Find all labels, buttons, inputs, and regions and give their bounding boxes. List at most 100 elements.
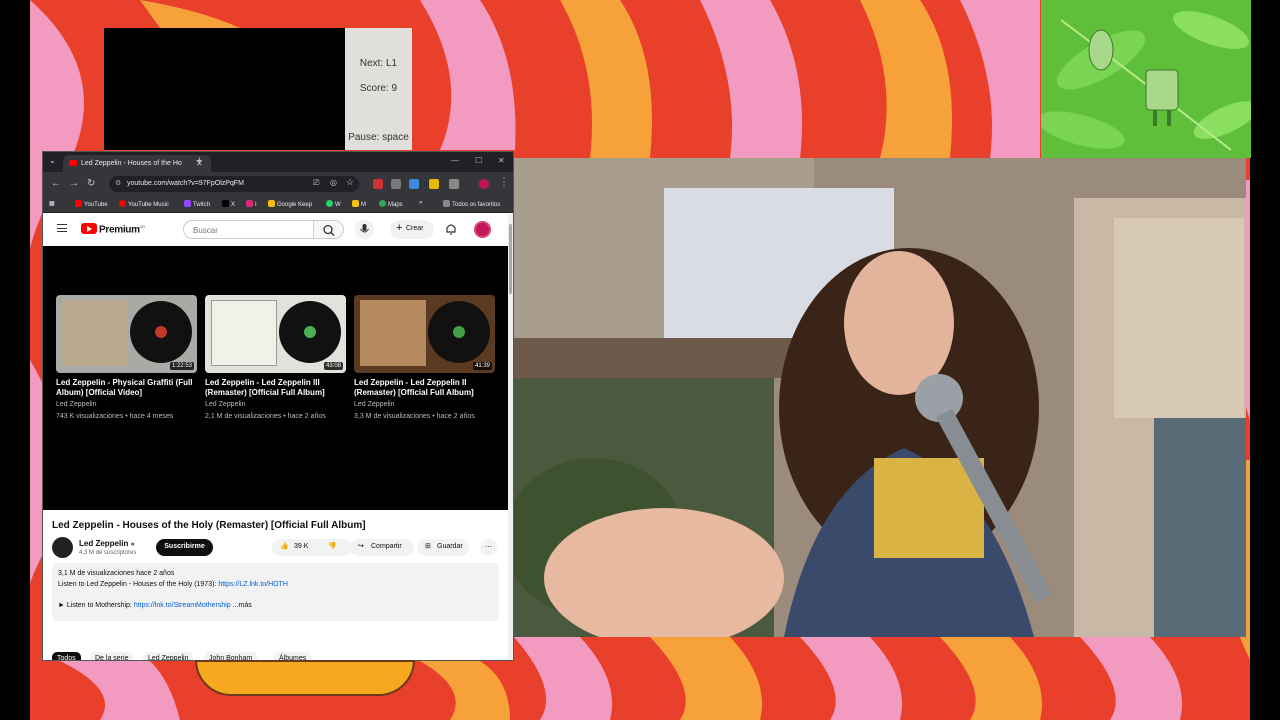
- chip-todos[interactable]: Todos: [52, 652, 81, 660]
- cast-icon[interactable]: ⎚: [313, 178, 319, 188]
- extension-3-icon[interactable]: [409, 179, 419, 189]
- video-player[interactable]: 1:22:53 Led Zeppelin - Physical Graffiti…: [43, 246, 508, 510]
- site-info-icon[interactable]: ⚙: [115, 179, 121, 187]
- end-card-title: Led Zeppelin - Led Zeppelin III (Remaste…: [205, 378, 325, 397]
- next-piece-label: Next: L1: [359, 58, 398, 69]
- end-card-video[interactable]: 41:39 Led Zeppelin - Led Zeppelin II (Re…: [354, 295, 495, 422]
- brand-region: AR: [139, 224, 145, 229]
- more-bookmarks-icon[interactable]: »: [419, 200, 422, 206]
- pause-hint: Pause: space: [348, 132, 409, 143]
- extension-4-icon[interactable]: [429, 179, 439, 189]
- like-icon[interactable]: 👍: [280, 542, 289, 550]
- right-black-border: [1250, 0, 1280, 720]
- bookmark-label: Maps: [388, 202, 403, 208]
- bookmark-maps[interactable]: Maps: [379, 200, 403, 208]
- minimize-icon[interactable]: —: [451, 156, 459, 165]
- left-black-border: [0, 0, 30, 720]
- youtube-favicon-icon: [69, 160, 77, 166]
- like-count[interactable]: 39 K: [294, 543, 308, 550]
- notifications-bell-icon[interactable]: [445, 223, 457, 236]
- search-icon: [323, 224, 335, 236]
- save-icon: ⊞: [425, 543, 431, 550]
- address-url: youtube.com/watch?v=97FpOlzPqFM: [127, 180, 244, 187]
- chip-led-zeppelin[interactable]: Led Zeppelin: [143, 652, 194, 660]
- chip-de-la-serie[interactable]: De la serie: [90, 652, 134, 660]
- share-label: Compartir: [371, 543, 402, 550]
- description-box[interactable]: 3,1 M de visualizaciones hace 2 años Lis…: [52, 563, 499, 621]
- album-cover-icon: [360, 300, 426, 366]
- apps-grid-icon[interactable]: ▦: [49, 200, 55, 207]
- like-dislike-group: 👍 39 K 👎: [272, 539, 352, 556]
- end-card-thumbnail: 43:08: [205, 295, 346, 373]
- new-tab-icon[interactable]: +: [196, 155, 202, 167]
- game-info-panel: Next: L1 Score: 9 Pause: space: [345, 28, 412, 150]
- bookmark-google-keep[interactable]: Google Keep: [268, 200, 312, 208]
- verified-check-icon: ●: [130, 541, 135, 548]
- extension-2-icon[interactable]: [391, 179, 401, 189]
- game-widget: Next: L1 Score: 9 Pause: space: [104, 28, 412, 150]
- spongebob-illustration-icon: [1041, 11, 1251, 151]
- bookmark-twitch[interactable]: Twitch: [184, 200, 210, 208]
- search-input[interactable]: Buscar: [183, 220, 314, 239]
- browser-window: ⌄ Led Zeppelin - Houses of the Ho ✕ + — …: [42, 151, 514, 661]
- bookmark-whatsapp[interactable]: W: [326, 200, 341, 208]
- maximize-icon[interactable]: ☐: [475, 156, 482, 165]
- tab-strip: ⌄ Led Zeppelin - Houses of the Ho ✕ + — …: [43, 152, 513, 172]
- bookmark-label: W: [335, 202, 341, 208]
- save-label: Guardar: [437, 543, 463, 550]
- save-button[interactable]: ⊞ Guardar: [417, 539, 469, 556]
- bookmark-youtube-music[interactable]: YouTube Music: [119, 200, 169, 208]
- bookmark-star-icon[interactable]: ☆: [346, 177, 354, 188]
- description-line: ► Listen to Mothership: https://lnk.to/S…: [58, 602, 252, 609]
- bookmark-label: Google Keep: [277, 202, 313, 208]
- youtube-brand[interactable]: PremiumAR: [99, 224, 145, 235]
- description-link[interactable]: https://LZ.lnk.to/HOTH: [218, 581, 288, 588]
- share-button[interactable]: ↪ Compartir: [350, 539, 414, 556]
- bookmark-label: Todos os favoritos: [452, 202, 501, 208]
- address-bar[interactable]: ⚙ youtube.com/watch?v=97FpOlzPqFM: [109, 176, 359, 192]
- search-button[interactable]: [314, 220, 344, 239]
- eye-off-icon[interactable]: ◎: [330, 178, 337, 187]
- voice-search-button[interactable]: [355, 220, 374, 239]
- close-window-icon[interactable]: ✕: [498, 156, 505, 165]
- page-scrollbar[interactable]: [508, 214, 513, 660]
- bookmark-x[interactable]: X: [222, 200, 235, 208]
- video-title: Led Zeppelin - Houses of the Holy (Remas…: [52, 520, 366, 531]
- channel-avatar[interactable]: [52, 537, 73, 558]
- score-label: Score: 9: [359, 83, 398, 94]
- account-avatar[interactable]: [474, 221, 491, 238]
- bookmark-instagram[interactable]: I: [246, 200, 257, 208]
- description-link[interactable]: https://lnk.to/StreamMothership: [134, 602, 231, 609]
- bookmark-youtube[interactable]: YouTube: [75, 200, 108, 208]
- extension-1-icon[interactable]: [373, 179, 383, 189]
- album-cover-icon: [211, 300, 277, 366]
- reload-icon[interactable]: ↻: [87, 178, 95, 189]
- channel-name[interactable]: Led Zeppelin ●: [79, 539, 135, 548]
- subscribe-button[interactable]: Suscribirme: [156, 539, 213, 556]
- tab-search-icon[interactable]: ⌄: [49, 156, 56, 165]
- dislike-icon[interactable]: 👎: [328, 542, 337, 550]
- brand-label: Premium: [99, 224, 140, 236]
- share-icon: ↪: [358, 543, 364, 550]
- youtube-logo-icon[interactable]: [81, 223, 97, 234]
- create-button[interactable]: Crear: [390, 220, 434, 239]
- video-duration: 1:22:53: [169, 362, 194, 370]
- back-icon[interactable]: ←: [51, 178, 61, 189]
- end-card-video[interactable]: 43:08 Led Zeppelin - Led Zeppelin III (R…: [205, 295, 346, 422]
- hamburger-menu-icon[interactable]: [57, 224, 67, 232]
- profile-icon[interactable]: [479, 179, 489, 189]
- forward-icon[interactable]: →: [69, 178, 79, 189]
- show-more-link[interactable]: ...más: [233, 602, 252, 609]
- end-card-meta: 743 K visualizaciones • hace 4 meses: [56, 413, 174, 420]
- youtube-page: PremiumAR Buscar Crear 1:22:53 Led Zeppe…: [43, 214, 513, 660]
- more-actions-icon[interactable]: ⋯: [480, 539, 497, 556]
- tab-youtube[interactable]: Led Zeppelin - Houses of the Ho ✕: [63, 155, 211, 172]
- menu-dots-icon[interactable]: ⋮: [499, 177, 509, 188]
- extensions-puzzle-icon[interactable]: [449, 179, 459, 189]
- all-bookmarks-folder[interactable]: Todos os favoritos: [443, 200, 500, 208]
- end-card-video[interactable]: 1:22:53 Led Zeppelin - Physical Graffiti…: [56, 295, 197, 422]
- end-card-channel: Led Zeppelin: [205, 401, 246, 408]
- tab-title: Led Zeppelin - Houses of the Ho: [81, 160, 182, 167]
- channel-name-label: Led Zeppelin: [79, 539, 129, 548]
- bookmark-m[interactable]: M: [352, 200, 366, 208]
